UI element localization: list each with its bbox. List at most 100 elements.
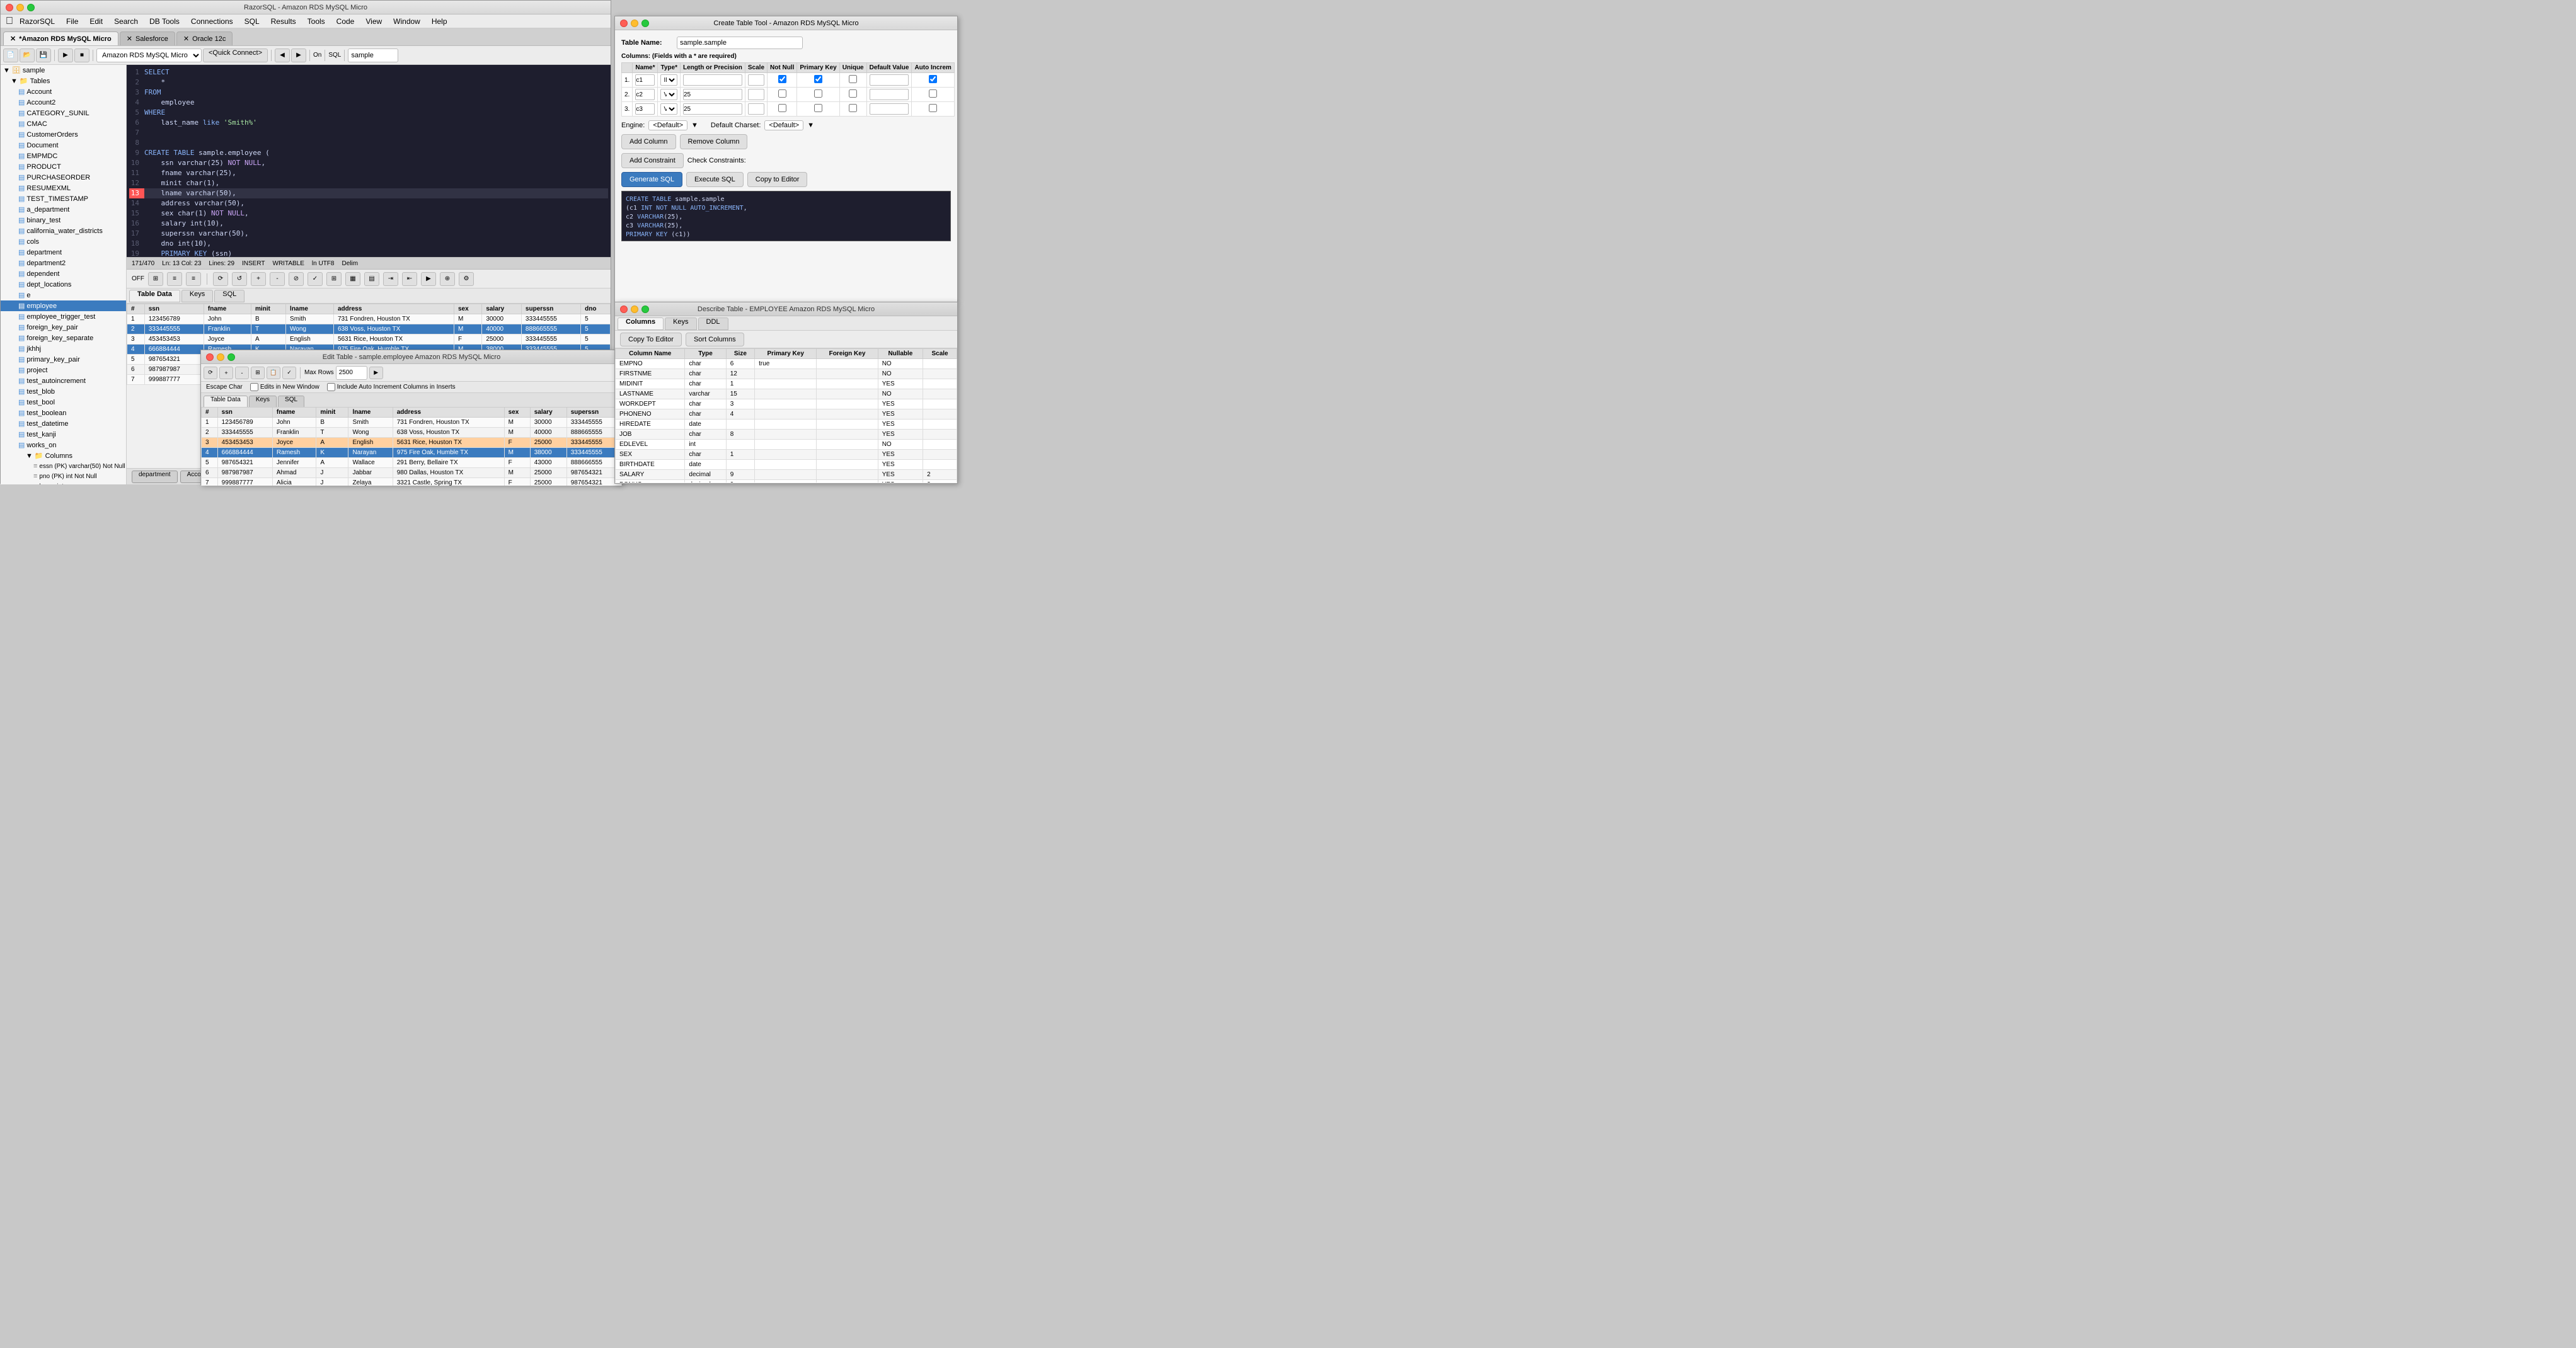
dtab-keys[interactable]: Keys <box>665 317 696 330</box>
dtab-columns[interactable]: Columns <box>618 317 664 330</box>
col-header-lname[interactable]: lname <box>286 304 334 314</box>
etab-keys[interactable]: Keys <box>249 396 277 407</box>
edit-col-superssn[interactable]: superssn <box>566 408 621 418</box>
charset-value[interactable]: <Default> <box>764 120 803 130</box>
ct-autoinc-cb-c3[interactable] <box>929 104 937 112</box>
tab-oracle[interactable]: ✕ Oracle 12c <box>176 31 233 45</box>
quick-connect-btn[interactable]: <Quick Connect> <box>203 49 268 62</box>
sidebar-item-category-sunil[interactable]: ▤ CATEGORY_SUNIL <box>1 108 126 118</box>
table-row[interactable]: 7999887777AliciaJZelaya3321 Castle, Spri… <box>202 478 622 486</box>
ct-scale-input-c2[interactable] <box>748 89 764 100</box>
table-row[interactable]: 1123456789JohnBSmith731 Fondren, Houston… <box>202 418 622 428</box>
desc-max-btn[interactable] <box>641 306 649 313</box>
ct-unique-cb-c3[interactable] <box>849 104 857 112</box>
qtab-table-data[interactable]: Table Data <box>129 290 180 302</box>
edit-paste-btn[interactable]: 📋 <box>267 367 280 379</box>
data-toolbar-btn4[interactable]: ⟳ <box>213 272 228 286</box>
sidebar-item-account2[interactable]: ▤ Account2 <box>1 97 126 108</box>
data-toolbar-btn5[interactable]: ↺ <box>232 272 247 286</box>
data-toolbar-btn12[interactable]: ▤ <box>364 272 379 286</box>
ct-pk-cb-c2[interactable] <box>814 89 822 98</box>
execute-sql-btn[interactable]: Execute SQL <box>686 172 744 187</box>
edit-col-lname[interactable]: lname <box>348 408 393 418</box>
edit-col-sex[interactable]: sex <box>504 408 530 418</box>
db-input[interactable] <box>348 49 398 62</box>
table-row[interactable]: 4666884444RameshKNarayan975 Fire Oak, Hu… <box>202 448 622 458</box>
data-toolbar-btn14[interactable]: ⇤ <box>402 272 417 286</box>
auto-increment-option[interactable]: Include Auto Increment Columns in Insert… <box>327 383 456 391</box>
sidebar-col-hours[interactable]: ≡ hours int <box>1 481 126 484</box>
ct-autoinc-cb-c1[interactable] <box>929 75 937 83</box>
remove-column-btn[interactable]: Remove Column <box>680 134 748 149</box>
edit-col-ssn[interactable]: ssn <box>217 408 272 418</box>
ct-type-select-c3[interactable]: INT VARCHAR CHAR <box>660 103 677 115</box>
ct-name-input-c1[interactable] <box>635 74 655 86</box>
edit-go-btn[interactable]: ▶ <box>369 367 383 379</box>
menu-sql[interactable]: SQL <box>239 16 265 27</box>
ct-close-btn[interactable] <box>620 20 628 27</box>
edit-commit-btn[interactable]: ✓ <box>282 367 296 379</box>
sidebar-item-fk-separate[interactable]: ▤ foreign_key_separate <box>1 333 126 343</box>
edit-max-btn[interactable] <box>227 353 235 361</box>
copy-to-editor-btn[interactable]: Copy to Editor <box>747 172 808 187</box>
data-toolbar-btn17[interactable]: ⚙ <box>459 272 474 286</box>
data-toolbar-btn6[interactable]: + <box>251 272 266 286</box>
menu-connections[interactable]: Connections <box>186 16 238 27</box>
table-row[interactable]: 3453453453JoyceAEnglish5631 Rice, Housto… <box>202 438 622 448</box>
menu-edit[interactable]: Edit <box>84 16 108 27</box>
sidebar-item-works-on[interactable]: ▤ works_on <box>1 440 126 450</box>
edit-add-btn[interactable]: + <box>219 367 233 379</box>
toolbar-open[interactable]: 📂 <box>20 49 35 62</box>
data-toolbar-btn1[interactable]: ⊞ <box>148 272 163 286</box>
dtab-ddl[interactable]: DDL <box>698 317 728 330</box>
data-toolbar-btn13[interactable]: ⇥ <box>383 272 398 286</box>
ct-length-input-c1[interactable] <box>683 74 742 86</box>
close-button[interactable] <box>6 4 13 11</box>
menu-window[interactable]: Window <box>388 16 425 27</box>
toolbar-save[interactable]: 💾 <box>36 49 51 62</box>
data-toolbar-btn15[interactable]: ▶ <box>421 272 436 286</box>
tab-oracle-close[interactable]: ✕ <box>183 35 189 43</box>
desc-min-btn[interactable] <box>631 306 638 313</box>
ct-length-input-c3[interactable] <box>683 103 742 115</box>
ct-length-input-c2[interactable] <box>683 89 742 100</box>
menu-file[interactable]: File <box>61 16 83 27</box>
edit-del-btn[interactable]: - <box>235 367 249 379</box>
qtab-sql[interactable]: SQL <box>214 290 244 302</box>
sidebar-item-cmac[interactable]: ▤ CMAC <box>1 118 126 129</box>
sidebar-item-account[interactable]: ▤ Account <box>1 86 126 97</box>
menu-code[interactable]: Code <box>331 16 360 27</box>
col-header-address[interactable]: address <box>333 304 454 314</box>
ct-name-input-c2[interactable] <box>635 89 655 100</box>
sidebar-item-test-boolean[interactable]: ▤ test_boolean <box>1 408 126 418</box>
col-header-num[interactable]: # <box>127 304 145 314</box>
col-header-sex[interactable]: sex <box>454 304 481 314</box>
sidebar-item-a-department[interactable]: ▤ a_department <box>1 204 126 215</box>
connect-select[interactable]: Amazon RDS MySQL Micro <box>96 49 202 62</box>
etab-sql[interactable]: SQL <box>278 396 304 407</box>
sidebar-item-test-kanji[interactable]: ▤ test_kanji <box>1 429 126 440</box>
sidebar-item-employee[interactable]: ▤ employee <box>1 300 126 311</box>
ct-default-input-c2[interactable] <box>870 89 909 100</box>
tab-salesforce[interactable]: ✕ Salesforce <box>120 31 175 45</box>
sidebar-item-product[interactable]: ▤ PRODUCT <box>1 161 126 172</box>
edit-col-fname[interactable]: fname <box>272 408 316 418</box>
sidebar-item-dept-locations[interactable]: ▤ dept_locations <box>1 279 126 290</box>
edit-min-btn[interactable] <box>217 353 224 361</box>
menu-tools[interactable]: Tools <box>302 16 330 27</box>
edits-new-window-option[interactable]: Edits in New Window <box>250 383 319 391</box>
auto-increment-checkbox[interactable] <box>327 383 335 391</box>
menu-dbtools[interactable]: DB Tools <box>144 16 185 27</box>
sidebar-item-test-timestamp[interactable]: ▤ TEST_TIMESTAMP <box>1 193 126 204</box>
generate-sql-btn[interactable]: Generate SQL <box>621 172 682 187</box>
edit-col-salary[interactable]: salary <box>530 408 566 418</box>
table-row[interactable]: 5987654321JenniferAWallace291 Berry, Bel… <box>202 458 622 468</box>
menu-search[interactable]: Search <box>109 16 143 27</box>
toolbar-run[interactable]: ▶ <box>58 49 73 62</box>
edit-col-num[interactable]: # <box>202 408 218 418</box>
sidebar-item-test-blob[interactable]: ▤ test_blob <box>1 386 126 397</box>
ct-min-btn[interactable] <box>631 20 638 27</box>
sidebar-item-cols[interactable]: ▤ cols <box>1 236 126 247</box>
edit-refresh-btn[interactable]: ⟳ <box>204 367 217 379</box>
sidebar-item-pk-pair[interactable]: ▤ primary_key_pair <box>1 354 126 365</box>
